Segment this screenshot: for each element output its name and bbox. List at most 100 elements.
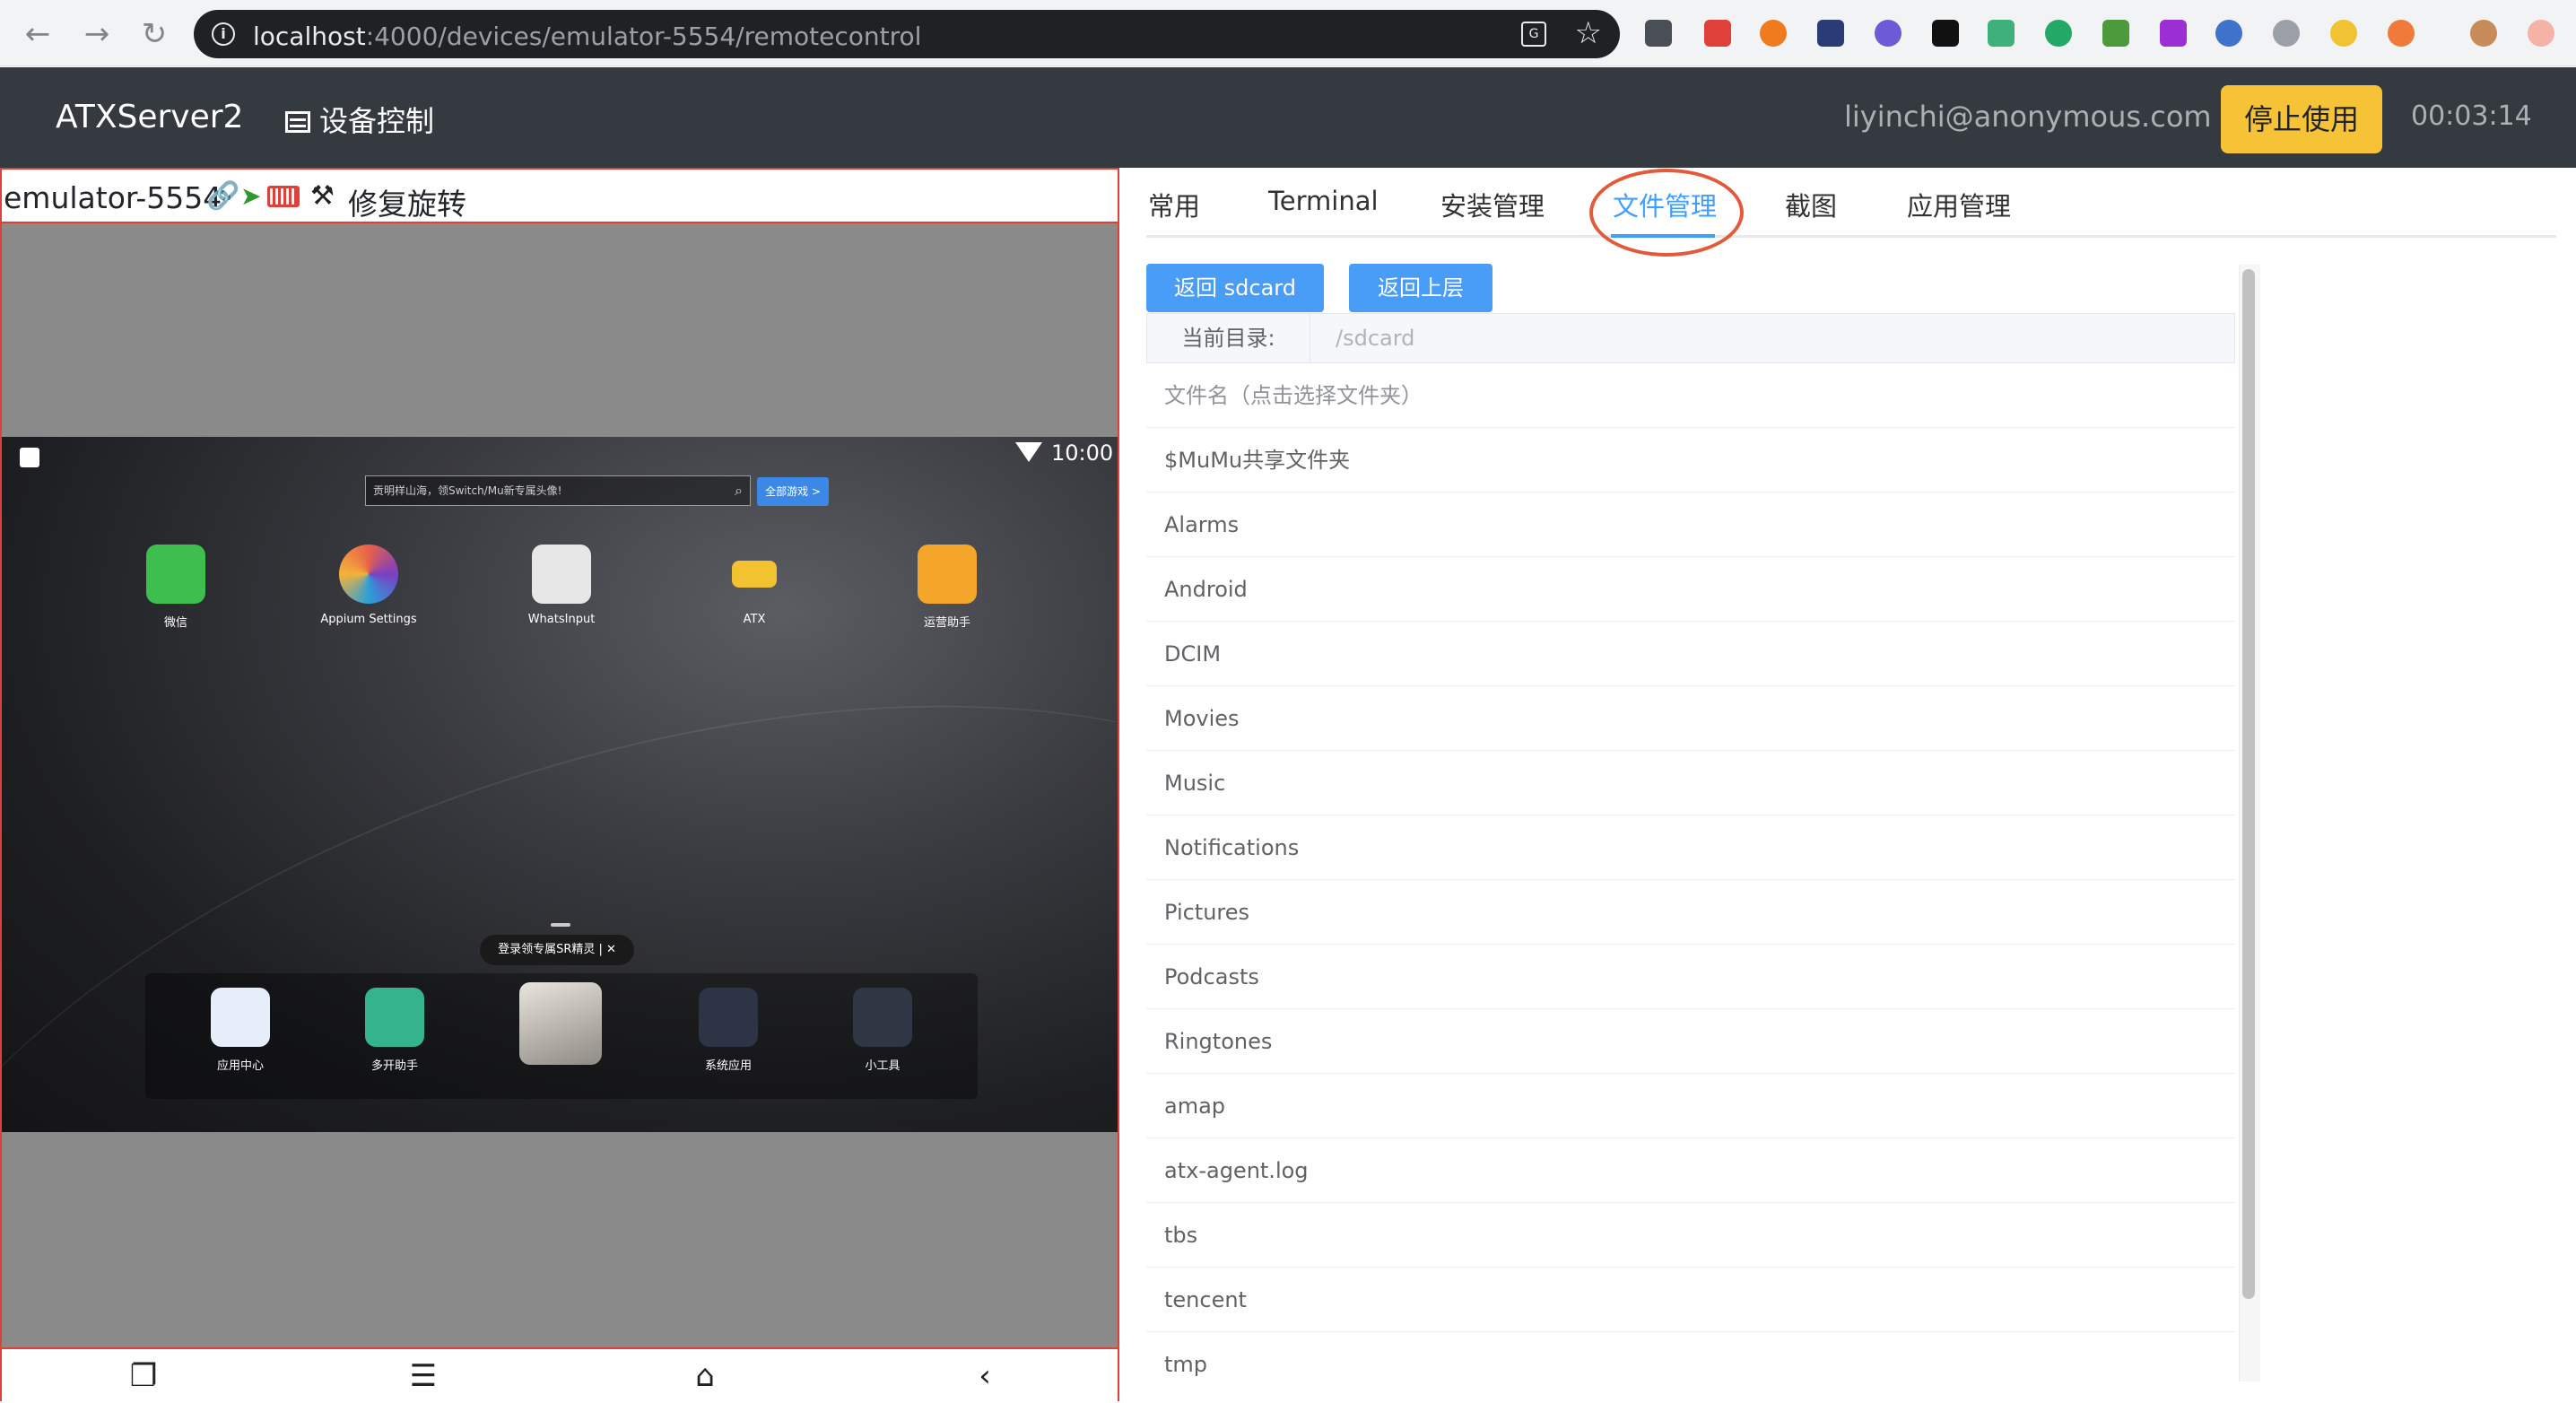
file-row[interactable]: Music: [1146, 751, 2235, 815]
tab-app-management[interactable]: 应用管理: [1907, 186, 2011, 223]
extension-icon[interactable]: [2330, 20, 2357, 47]
app-label: 微信: [163, 616, 187, 630]
device-screen[interactable]: 10:00 贡明样山海，领Switch/Mu新专属头像! ⌕ 全部游戏 > 微信 …: [2, 437, 1118, 1132]
extension-icon[interactable]: [1760, 20, 1787, 47]
brand-link[interactable]: ATXServer2: [56, 99, 243, 135]
fix-rotate-label[interactable]: 修复旋转: [348, 180, 466, 223]
search-icon: ⌕: [735, 482, 743, 499]
extension-icon[interactable]: [1704, 20, 1731, 47]
car-assistant-icon: [918, 545, 977, 604]
browser-toolbar: ← → ↻ i localhost:4000/devices/emulator-…: [0, 0, 2576, 66]
device-panel: emulator-5554 🔗 ➤ ⚒ 修复旋转 10:00 贡明样山海，领Sw…: [0, 168, 1119, 1403]
taxi-icon: [725, 545, 784, 604]
extension-icon[interactable]: [1988, 20, 2015, 47]
menu-icon[interactable]: ☰: [396, 1358, 450, 1394]
status-time: 10:00: [1051, 440, 1114, 466]
file-table-header: 文件名（点击选择文件夹）: [1146, 363, 2235, 428]
address-bar[interactable]: i localhost:4000/devices/emulator-5554/r…: [194, 10, 1620, 58]
wifi-icon: [1015, 442, 1042, 462]
tab-bar: 常用 Terminal 安装管理 文件管理 截图 应用管理: [1146, 168, 2556, 238]
file-row[interactable]: Podcasts: [1146, 945, 2235, 1009]
current-directory-input[interactable]: /sdcard: [1312, 314, 2234, 362]
home-icon[interactable]: ⌂: [678, 1358, 732, 1394]
stop-using-button[interactable]: 停止使用: [2221, 85, 2382, 153]
link-icon[interactable]: 🔗: [206, 182, 239, 211]
app-label: 运营助手: [923, 616, 970, 630]
forward-arrow-icon[interactable]: →: [79, 16, 115, 52]
keyboard-icon[interactable]: [267, 186, 300, 207]
wechat-icon: [146, 545, 205, 604]
user-dropdown[interactable]: liyinchi@anonymous.com: [1844, 100, 2242, 134]
extension-icon[interactable]: [2160, 20, 2187, 47]
scrollbar-thumb[interactable]: [2242, 269, 2255, 1299]
url-text[interactable]: localhost:4000/devices/emulator-5554/rem…: [253, 22, 921, 51]
file-row[interactable]: amap: [1146, 1074, 2235, 1138]
app-icon-atx[interactable]: ATX: [692, 545, 817, 626]
user-email: liyinchi@anonymous.com: [1844, 100, 2212, 134]
extension-icon[interactable]: [1645, 20, 1672, 47]
tab-terminal[interactable]: Terminal: [1268, 186, 1379, 216]
device-name: emulator-5554: [4, 180, 222, 215]
extension-icon[interactable]: [2045, 20, 2072, 47]
file-row[interactable]: Pictures: [1146, 880, 2235, 945]
back-to-sdcard-button[interactable]: 返回 sdcard: [1146, 264, 1324, 312]
file-row[interactable]: DCIM: [1146, 622, 2235, 686]
extension-icon[interactable]: [2273, 20, 2300, 47]
app-label: WhatsInput: [527, 613, 596, 626]
extension-icon[interactable]: [1932, 20, 1959, 47]
app-label: 应用中心: [216, 1059, 264, 1073]
device-navigation-bar: ❐ ☰ ⌂ ‹: [2, 1347, 1118, 1403]
file-row[interactable]: tencent: [1146, 1268, 2235, 1332]
update-icon[interactable]: [2528, 20, 2554, 47]
reload-icon[interactable]: ↻: [136, 16, 172, 52]
app-icon-app-center[interactable]: 应用中心: [178, 988, 303, 1073]
back-arrow-icon[interactable]: ←: [20, 16, 56, 52]
device-search-text: 贡明样山海，领Switch/Mu新专属头像!: [373, 484, 562, 497]
dock-hint-bubble[interactable]: 登录领专属SR精灵 | ✕: [480, 935, 634, 965]
hammer-icon[interactable]: ⚒: [310, 182, 335, 211]
file-row[interactable]: atx-agent.log: [1146, 1138, 2235, 1203]
file-row[interactable]: tmp: [1146, 1332, 2235, 1386]
file-row[interactable]: Notifications: [1146, 815, 2235, 880]
app-icon-operations-assistant[interactable]: 运营助手: [884, 545, 1010, 630]
app-icon-wechat[interactable]: 微信: [113, 545, 239, 630]
extension-icon[interactable]: [2388, 20, 2415, 47]
app-icon-game[interactable]: [498, 982, 623, 1065]
back-up-level-button[interactable]: 返回上层: [1349, 264, 1493, 312]
file-row[interactable]: Ringtones: [1146, 1009, 2235, 1074]
recent-apps-icon[interactable]: ❐: [117, 1358, 170, 1394]
app-icon-tools[interactable]: 小工具: [820, 988, 945, 1073]
extension-icon[interactable]: [2102, 20, 2129, 47]
tab-install-management[interactable]: 安装管理: [1440, 186, 1545, 223]
app-navbar: ATXServer2 设备控制 liyinchi@anonymous.com 停…: [0, 67, 2576, 168]
list-icon: [285, 111, 310, 133]
file-row[interactable]: Movies: [1146, 686, 2235, 751]
device-search-bar[interactable]: 贡明样山海，领Switch/Mu新专属头像! ⌕: [365, 475, 751, 506]
cursor-icon[interactable]: ➤: [240, 182, 261, 211]
app-icon-system-apps[interactable]: 系统应用: [666, 988, 791, 1073]
whatsinput-icon: [532, 545, 591, 604]
tools-folder-icon: [853, 988, 912, 1047]
shopping-bag-icon: [211, 988, 270, 1047]
back-icon[interactable]: ‹: [958, 1358, 1012, 1394]
app-icon-appium-settings[interactable]: Appium Settings: [306, 545, 431, 626]
bookmark-star-icon[interactable]: ☆: [1575, 15, 1602, 51]
drawer-handle[interactable]: [551, 923, 570, 927]
extension-icon[interactable]: [1875, 20, 1902, 47]
site-info-icon[interactable]: i: [212, 22, 235, 46]
translate-icon[interactable]: G: [1521, 22, 1546, 47]
file-row[interactable]: tbs: [1146, 1203, 2235, 1268]
extension-icon[interactable]: [2215, 20, 2242, 47]
app-icon-whatsinput[interactable]: WhatsInput: [499, 545, 624, 626]
all-games-button[interactable]: 全部游戏 >: [757, 477, 829, 506]
extension-icon[interactable]: [1817, 20, 1844, 47]
tab-common[interactable]: 常用: [1148, 186, 1200, 223]
current-directory-label: 当前目录:: [1147, 314, 1310, 362]
app-icon-multi-open[interactable]: 多开助手: [332, 988, 457, 1073]
file-row[interactable]: $MuMu共享文件夹: [1146, 428, 2235, 492]
device-control-link[interactable]: 设备控制: [285, 99, 434, 140]
file-row[interactable]: Alarms: [1146, 492, 2235, 557]
profile-avatar[interactable]: [2470, 20, 2497, 47]
file-row[interactable]: Android: [1146, 557, 2235, 622]
tab-screenshot[interactable]: 截图: [1785, 186, 1837, 223]
